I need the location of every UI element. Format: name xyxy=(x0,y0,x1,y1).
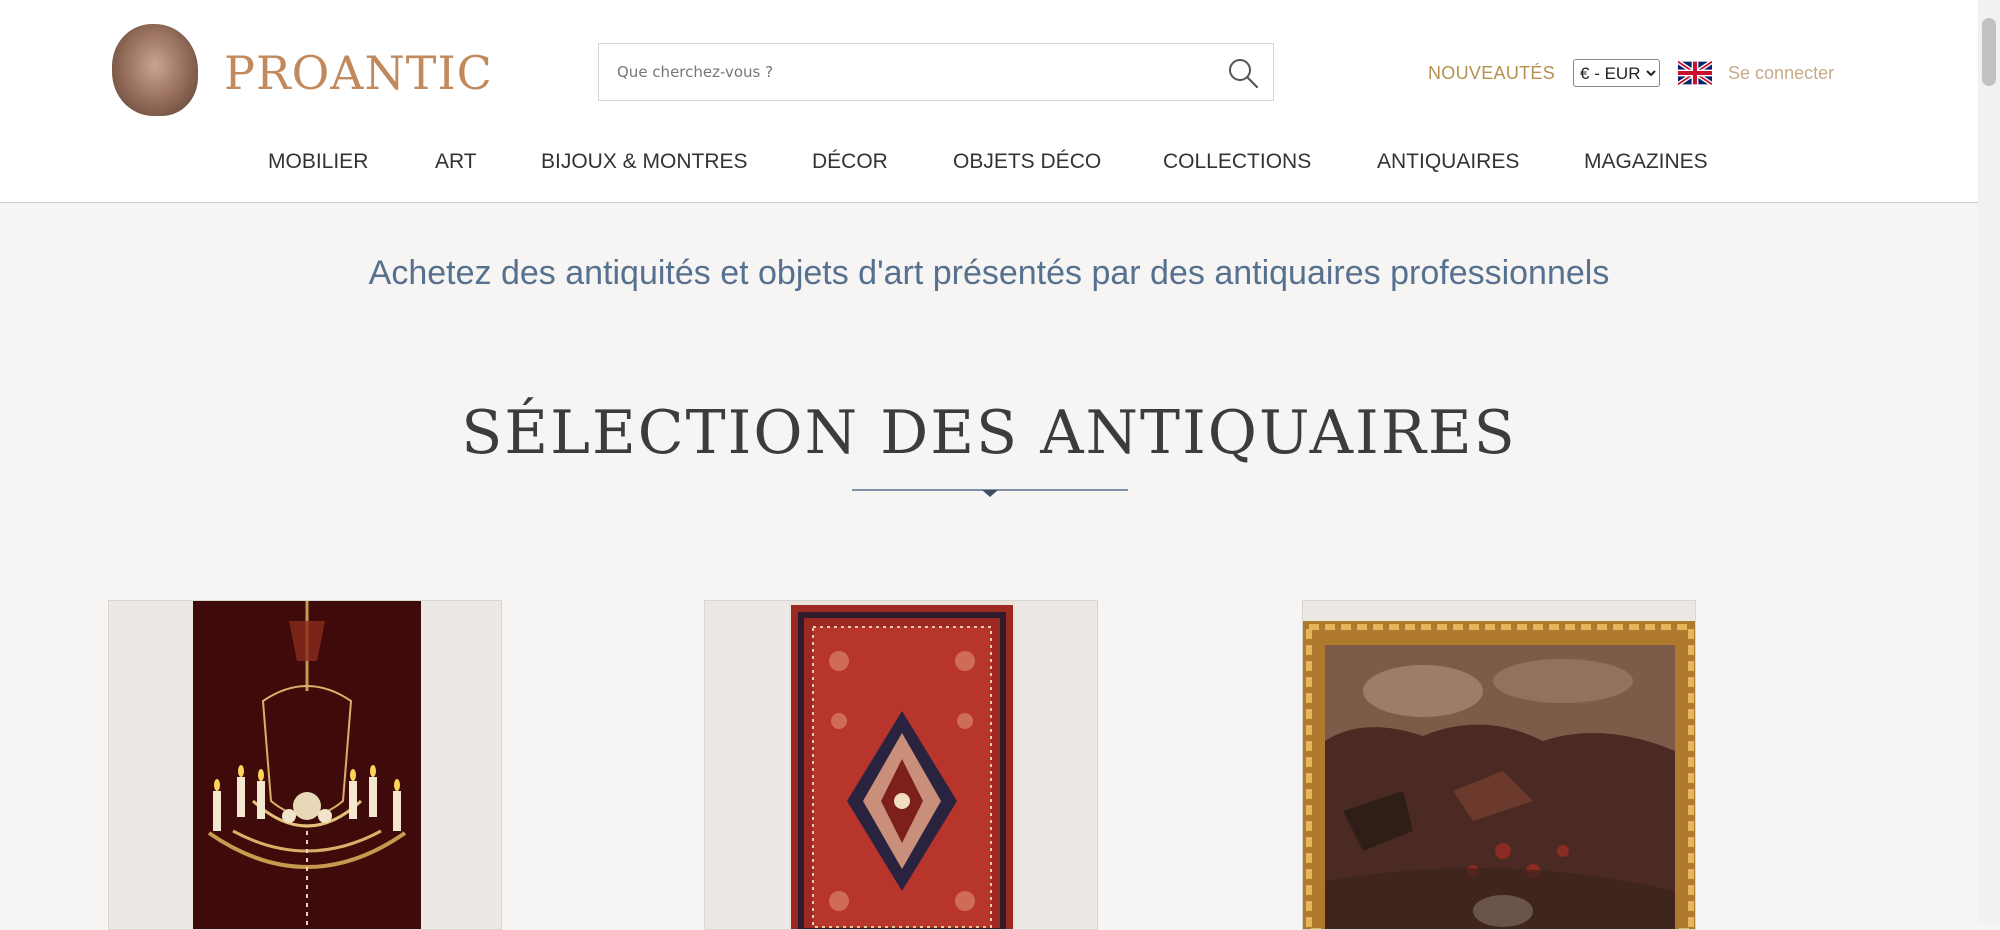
nav-item-antiquaires[interactable]: ANTIQUAIRES xyxy=(1377,150,1519,174)
uk-flag-icon[interactable] xyxy=(1678,61,1713,85)
nav-item-objets-deco[interactable]: OBJETS DÉCO xyxy=(953,150,1101,174)
search-icon[interactable] xyxy=(1227,57,1259,89)
title-divider xyxy=(852,489,1128,497)
scrollbar-thumb[interactable] xyxy=(1982,18,1996,86)
search-input[interactable] xyxy=(599,44,1199,100)
main-nav: MOBILIER ART BIJOUX & MONTRES DÉCOR OBJE… xyxy=(108,124,1848,202)
nav-item-bijoux-montres[interactable]: BIJOUX & MONTRES xyxy=(541,150,748,174)
persian-rug-image[interactable] xyxy=(789,601,1015,930)
header-actions: NOUVEAUTÉS € - EUR Se connecter xyxy=(1428,56,1834,90)
product-card[interactable] xyxy=(704,600,1098,930)
product-card[interactable] xyxy=(1302,600,1696,930)
nav-item-art[interactable]: ART xyxy=(435,150,477,174)
new-arrivals-link[interactable]: NOUVEAUTÉS xyxy=(1428,63,1555,84)
nav-item-magazines[interactable]: MAGAZINES xyxy=(1584,150,1708,174)
nav-item-mobilier[interactable]: MOBILIER xyxy=(268,150,368,174)
search-bar xyxy=(598,43,1274,101)
page-tagline: Achetez des antiquités et objets d'art p… xyxy=(368,254,1610,292)
nav-item-collections[interactable]: COLLECTIONS xyxy=(1163,150,1311,174)
page-scrollbar[interactable] xyxy=(1978,0,2000,923)
logo-text: PROANTIC xyxy=(224,46,493,100)
site-header: PROANTIC NOUVEAUTÉS € - EUR Se connecter… xyxy=(0,0,1978,203)
chandelier-image[interactable] xyxy=(193,601,421,930)
nav-item-decor[interactable]: DÉCOR xyxy=(812,150,888,174)
product-carousel xyxy=(108,527,1848,930)
section-title: SÉLECTION DES ANTIQUAIRES xyxy=(461,398,1517,468)
logo-bust-icon xyxy=(112,24,198,116)
product-card[interactable] xyxy=(108,600,502,930)
login-link[interactable]: Se connecter xyxy=(1728,63,1834,84)
framed-painting-image[interactable] xyxy=(1303,621,1696,930)
logo[interactable]: PROANTIC xyxy=(108,20,492,122)
currency-select[interactable]: € - EUR xyxy=(1573,59,1661,87)
